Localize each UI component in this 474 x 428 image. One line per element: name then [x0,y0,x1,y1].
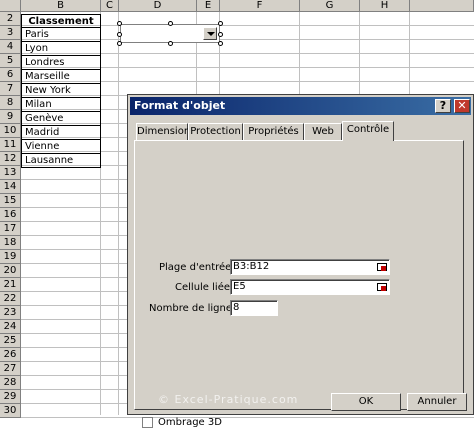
row-header[interactable]: 24 [0,320,21,334]
row-header[interactable]: 25 [0,334,21,348]
close-button[interactable]: ✕ [454,99,470,113]
classement-header[interactable]: Classement [21,14,101,28]
row-header[interactable]: 4 [0,40,21,54]
ok-button[interactable]: OK [331,393,401,411]
row-header[interactable]: 9 [0,110,21,124]
line-count-field[interactable]: 8 [230,300,278,316]
row-header[interactable]: 6 [0,68,21,82]
row-header[interactable]: 22 [0,292,21,306]
column-header-f[interactable]: F [220,0,300,12]
line-count-value: 8 [233,302,240,313]
linked-cell-field[interactable]: E5 [230,279,390,295]
row-header[interactable]: 12 [0,152,21,166]
tab-dimension[interactable]: Dimension [136,123,190,140]
row-header[interactable]: 11 [0,138,21,152]
tab-proprietes[interactable]: Propriétés [243,123,304,140]
select-all-corner[interactable] [0,0,21,12]
resize-handle[interactable] [218,41,223,46]
gridline [118,12,119,415]
column-header-d[interactable]: D [119,0,197,12]
city-cell[interactable]: Madrid [21,126,101,140]
city-cell[interactable]: Genève [21,112,101,126]
city-cell[interactable]: Lausanne [21,154,101,168]
column-header-i[interactable] [410,0,474,12]
shading-3d-label: Ombrage 3D [158,417,222,428]
column-header-h[interactable]: H [360,0,410,12]
format-object-dialog: Format d'objet ? ✕ Dimension Protection … [127,94,474,428]
input-range-label: Plage d'entrée : [159,262,238,273]
row-header[interactable]: 13 [0,166,21,180]
city-cell[interactable]: Londres [21,56,101,70]
city-cell[interactable]: Paris [21,28,101,42]
city-cell[interactable]: New York [21,84,101,98]
help-button[interactable]: ? [435,99,451,113]
row-header[interactable]: 23 [0,306,21,320]
input-range-field[interactable]: B3:B12 [230,259,390,275]
resize-handle[interactable] [218,21,223,26]
row-header[interactable]: 5 [0,54,21,68]
input-range-value: B3:B12 [233,261,270,272]
resize-handle[interactable] [117,41,122,46]
dialog-titlebar: Format d'objet ? ✕ [130,97,471,115]
column-header-e[interactable]: E [197,0,220,12]
row-header[interactable]: 20 [0,264,21,278]
column-header-b[interactable]: B [21,0,101,12]
watermark: © Excel-Pratique.com [158,393,299,406]
resize-handle[interactable] [218,32,223,37]
row-header[interactable]: 18 [0,236,21,250]
resize-handle[interactable] [168,21,173,26]
row-header[interactable]: 8 [0,96,21,110]
row-header[interactable]: 30 [0,404,21,418]
city-cell[interactable]: Milan [21,98,101,112]
row-header[interactable]: 15 [0,194,21,208]
gridline [21,417,474,418]
city-cell[interactable]: Marseille [21,70,101,84]
control-panel: Plage d'entrée : B3:B12 Cellule liée : E… [134,140,464,428]
row-header[interactable]: 19 [0,250,21,264]
tab-web[interactable]: Web [304,123,342,140]
row-header[interactable]: 10 [0,124,21,138]
row-header[interactable]: 3 [0,26,21,40]
row-header[interactable]: 2 [0,12,21,26]
row-header[interactable]: 17 [0,222,21,236]
row-header[interactable]: 28 [0,376,21,390]
city-cell[interactable]: Lyon [21,42,101,56]
dialog-title: Format d'objet [134,99,226,112]
row-header[interactable]: 29 [0,390,21,404]
resize-handle[interactable] [117,32,122,37]
row-header[interactable]: 14 [0,180,21,194]
city-cell[interactable]: Vienne [21,140,101,154]
column-header-g[interactable]: G [300,0,360,12]
column-header-c[interactable]: C [101,0,119,12]
row-header[interactable]: 27 [0,362,21,376]
tab-controle[interactable]: Contrôle [342,121,394,141]
linked-cell-label: Cellule liée : [175,282,237,293]
resize-handle[interactable] [117,21,122,26]
range-select-icon[interactable] [376,261,388,273]
range-select-icon[interactable] [376,281,388,293]
chevron-down-icon[interactable] [203,27,217,40]
row-header[interactable]: 7 [0,82,21,96]
row-header[interactable]: 21 [0,278,21,292]
resize-handle[interactable] [168,41,173,46]
row-header[interactable]: 16 [0,208,21,222]
row-header[interactable]: 26 [0,348,21,362]
cancel-button[interactable]: Annuler [407,393,467,411]
shading-3d-checkbox[interactable] [142,417,153,428]
tab-protection[interactable]: Protection [188,123,243,140]
linked-cell-value: E5 [233,281,246,292]
